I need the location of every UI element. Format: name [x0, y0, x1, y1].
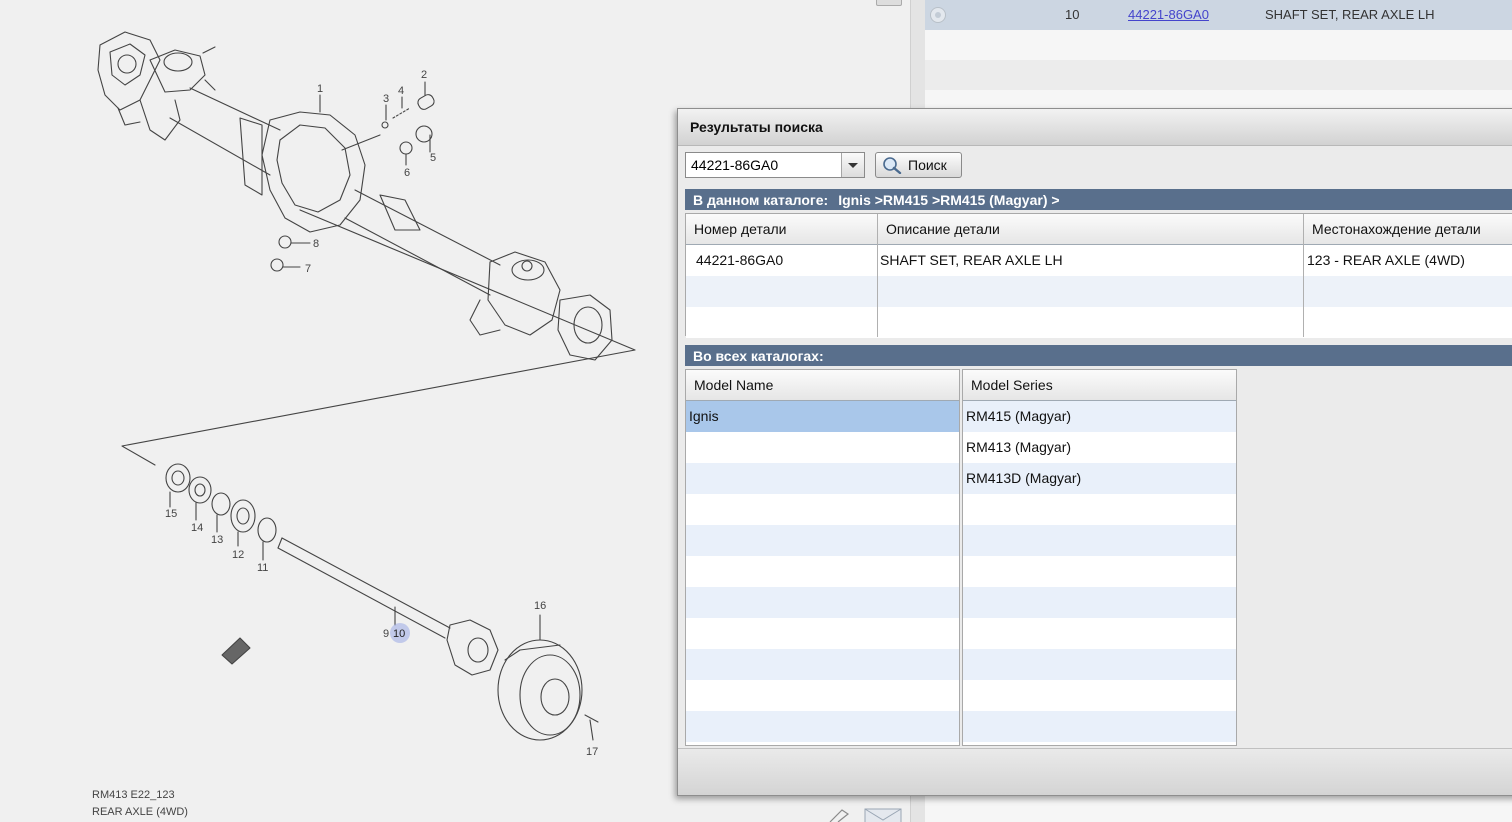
callout-12[interactable]: 12 — [232, 548, 244, 562]
column-divider — [877, 214, 878, 337]
callout-13[interactable]: 13 — [211, 533, 223, 547]
table-row-empty — [686, 307, 1512, 338]
edit-icon[interactable] — [828, 806, 860, 822]
list-item-empty — [686, 711, 959, 742]
email-icon[interactable] — [864, 808, 904, 822]
cell-part-number: 44221-86GA0 — [696, 252, 784, 268]
list-item-empty — [686, 525, 959, 556]
list-item-series[interactable]: RM413D (Magyar) — [963, 463, 1236, 494]
cell-description: SHAFT SET, REAR AXLE LH — [880, 252, 1063, 268]
callout-7[interactable]: 7 — [305, 262, 311, 276]
list-item-empty — [963, 649, 1236, 680]
list-item-empty — [686, 556, 959, 587]
callout-4[interactable]: 4 — [398, 84, 404, 98]
row-callout-number: 10 — [1065, 7, 1080, 22]
parts-row-empty — [925, 30, 1512, 60]
parts-row-selected[interactable]: 10 44221-86GA0 SHAFT SET, REAR AXLE LH — [925, 0, 1512, 30]
catalog-results-table: Номер детали Описание детали Местонахожд… — [685, 213, 1512, 338]
all-catalogs-label: Во всех каталогах: — [693, 348, 824, 364]
callout-5[interactable]: 5 — [430, 151, 436, 165]
model-series-header[interactable]: Model Series — [963, 370, 1236, 401]
search-results-dialog: Результаты поиска Поиск В данном каталог… — [677, 108, 1512, 796]
list-item-empty — [686, 649, 959, 680]
part-description: SHAFT SET, REAR AXLE LH — [1265, 7, 1435, 22]
row-select-radio[interactable] — [930, 7, 946, 23]
callout-17[interactable]: 17 — [586, 745, 598, 759]
callout-1[interactable]: 1 — [317, 82, 323, 96]
current-catalog-label: В данном каталоге: — [693, 192, 829, 208]
dialog-title: Результаты поиска — [690, 119, 823, 135]
list-item-model-ignis[interactable]: Ignis — [686, 401, 959, 432]
chevron-down-icon[interactable] — [841, 153, 864, 177]
model-name-list[interactable]: Model Name Ignis — [685, 369, 960, 746]
list-item-series[interactable]: RM415 (Magyar) — [963, 401, 1236, 432]
list-item-empty — [963, 494, 1236, 525]
callout-6[interactable]: 6 — [404, 166, 410, 180]
current-catalog-header: В данном каталоге: Ignis >RM415 >RM415 (M… — [685, 189, 1512, 210]
callout-2[interactable]: 2 — [421, 68, 427, 82]
list-item-empty — [963, 711, 1236, 742]
col-header-part-number[interactable]: Номер детали — [686, 214, 878, 245]
col-header-description[interactable]: Описание детали — [878, 214, 1304, 245]
part-number-combo[interactable] — [685, 152, 865, 178]
list-item-empty — [963, 680, 1236, 711]
search-input[interactable] — [686, 153, 844, 177]
list-item-empty — [963, 587, 1236, 618]
search-icon — [883, 157, 902, 174]
column-divider — [1303, 214, 1304, 337]
table-row[interactable]: 44221-86GA0 SHAFT SET, REAR AXLE LH 123 … — [686, 245, 1512, 276]
list-item-series[interactable]: RM413 (Magyar) — [963, 432, 1236, 463]
part-number-link[interactable]: 44221-86GA0 — [1128, 7, 1209, 22]
list-item-empty — [963, 556, 1236, 587]
list-item-empty — [686, 463, 959, 494]
callout-11[interactable]: 11 — [257, 561, 268, 575]
dialog-footer — [678, 748, 1512, 795]
callout-9[interactable]: 9 — [383, 627, 389, 641]
diagram-code-label: RM413 E22_123 — [92, 789, 175, 801]
col-header-location[interactable]: Местонахождение детали — [1304, 214, 1512, 245]
list-item-empty — [963, 618, 1236, 649]
dialog-titlebar[interactable]: Результаты поиска — [678, 109, 1512, 146]
callout-8[interactable]: 8 — [313, 237, 319, 251]
callout-15[interactable]: 15 — [165, 507, 177, 521]
callout-14[interactable]: 14 — [191, 521, 203, 535]
callout-16[interactable]: 16 — [534, 599, 546, 613]
parts-row-empty — [925, 60, 1512, 90]
list-item-empty — [686, 432, 959, 463]
callout-10-highlighted[interactable]: 10 — [393, 627, 405, 641]
table-row-empty — [686, 276, 1512, 307]
list-item-empty — [686, 587, 959, 618]
search-button-label: Поиск — [908, 157, 947, 173]
cell-location: 123 - REAR AXLE (4WD) — [1307, 252, 1465, 268]
all-catalogs-header: Во всех каталогах: — [685, 345, 1512, 366]
callout-3[interactable]: 3 — [383, 92, 389, 106]
model-series-list[interactable]: Model Series RM415 (Magyar) RM413 (Magya… — [962, 369, 1237, 746]
list-item-empty — [686, 680, 959, 711]
model-name-header[interactable]: Model Name — [686, 370, 959, 401]
list-item-empty — [686, 494, 959, 525]
diagram-title-label: REAR AXLE (4WD) — [92, 806, 188, 818]
list-item-empty — [686, 618, 959, 649]
search-button[interactable]: Поиск — [875, 152, 962, 178]
catalog-breadcrumb[interactable]: Ignis >RM415 >RM415 (Magyar) > — [838, 192, 1059, 208]
list-item-empty — [963, 525, 1236, 556]
diagram-corner-button[interactable] — [876, 0, 902, 6]
